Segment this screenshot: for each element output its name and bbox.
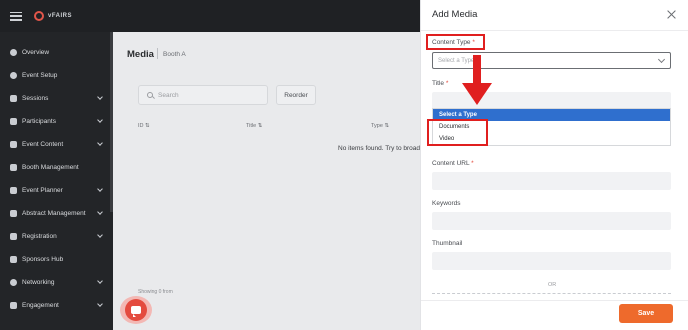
content-url-label-text: Content URL — [432, 160, 470, 167]
gear-icon — [10, 71, 17, 79]
showing-entries-text: Showing 0 from — [138, 289, 173, 295]
content-type-highlight-box — [426, 34, 485, 50]
save-button[interactable]: Save — [619, 304, 673, 323]
main-content: Media Booth A Search Reorder ID ⇅ Title … — [113, 32, 420, 330]
sidebar-item-label: Sponsors Hub — [22, 255, 64, 263]
title-label-text: Title — [432, 80, 445, 87]
panel-header-divider — [421, 30, 688, 31]
search-icon — [147, 92, 153, 98]
sidebar-item-registration[interactable]: Registration — [0, 228, 113, 244]
sidebar-item-label: Sessions — [22, 94, 49, 102]
close-icon[interactable] — [667, 10, 676, 19]
chevron-down-icon — [97, 209, 103, 215]
grid-icon — [10, 94, 17, 102]
chevron-down-icon — [97, 232, 103, 238]
keywords-label: Keywords — [432, 200, 461, 207]
user-add-icon — [10, 232, 17, 240]
chevron-down-icon — [97, 94, 103, 100]
chevron-down-icon — [97, 278, 103, 284]
sidebar-item-label: Event Content — [22, 140, 64, 148]
chevron-down-icon — [97, 140, 103, 146]
empty-state-message: No items found. Try to broad — [338, 145, 421, 152]
chat-bubble-icon — [131, 306, 141, 317]
content-url-label: Content URL * — [432, 160, 474, 167]
page-subtitle: Booth A — [163, 51, 186, 58]
annotation-arrow-icon — [462, 55, 492, 105]
sidebar-item-abstract-management[interactable]: Abstract Management — [0, 205, 113, 221]
thumbnail-upload[interactable] — [432, 252, 671, 270]
thumbnail-label: Thumbnail — [432, 240, 463, 247]
search-placeholder: Search — [158, 91, 179, 99]
sidebar: Overview Event Setup Sessions Participan… — [0, 32, 113, 330]
sidebar-item-engagement[interactable]: Engagement — [0, 297, 113, 313]
users-icon — [10, 117, 17, 125]
sidebar-item-event-setup[interactable]: Event Setup — [0, 67, 113, 83]
column-header-type[interactable]: Type ⇅ — [371, 123, 389, 129]
required-mark: * — [445, 80, 449, 87]
booth-icon — [10, 163, 17, 171]
engagement-icon — [10, 301, 17, 309]
logo-mark-icon — [34, 11, 44, 21]
sidebar-item-participants[interactable]: Participants — [0, 113, 113, 129]
title-label: Title * — [432, 80, 448, 87]
sidebar-item-overview[interactable]: Overview — [0, 44, 113, 60]
sidebar-item-label: Event Planner — [22, 186, 63, 194]
sidebar-item-event-planner[interactable]: Event Planner — [0, 182, 113, 198]
sidebar-item-label: Booth Management — [22, 163, 79, 171]
chevron-down-icon — [657, 55, 666, 64]
chat-launcher-button[interactable] — [120, 296, 152, 324]
sidebar-item-label: Overview — [22, 48, 50, 56]
required-mark: * — [471, 160, 474, 167]
overview-icon — [10, 48, 17, 56]
reorder-button[interactable]: Reorder — [276, 85, 316, 105]
top-bar: vFAIRS — [0, 0, 420, 32]
column-header-title[interactable]: Title ⇅ — [246, 123, 262, 129]
column-header-id[interactable]: ID ⇅ — [138, 123, 150, 129]
sidebar-item-label: Engagement — [22, 301, 59, 309]
sidebar-item-label: Participants — [22, 117, 56, 125]
sidebar-item-networking[interactable]: Networking — [0, 274, 113, 290]
search-input[interactable]: Search — [138, 85, 268, 105]
sidebar-item-label: Registration — [22, 232, 57, 240]
hamburger-menu-icon[interactable] — [10, 11, 22, 21]
panel-title: Add Media — [432, 9, 478, 20]
page-title: Media — [127, 49, 154, 60]
share-icon — [10, 278, 17, 286]
sidebar-item-label: Abstract Management — [22, 209, 86, 217]
chevron-down-icon — [97, 117, 103, 123]
document-icon — [10, 140, 17, 148]
sidebar-item-booth-management[interactable]: Booth Management — [0, 159, 113, 175]
chevron-down-icon — [97, 301, 103, 307]
calendar-icon — [10, 186, 17, 194]
sponsors-icon — [10, 255, 17, 263]
keywords-input[interactable] — [432, 212, 671, 230]
sidebar-item-sessions[interactable]: Sessions — [0, 90, 113, 106]
panel-footer-divider — [421, 300, 688, 301]
title-divider — [157, 48, 158, 59]
sidebar-item-label: Networking — [22, 278, 55, 286]
upload-dropzone-border — [432, 293, 671, 294]
or-divider-text: OR — [548, 282, 557, 288]
sidebar-item-label: Event Setup — [22, 71, 58, 79]
chat-button-inner — [125, 299, 147, 321]
logo-text: vFAIRS — [48, 13, 73, 19]
abstract-icon — [10, 209, 17, 217]
sidebar-item-sponsors-hub[interactable]: Sponsors Hub — [0, 251, 113, 267]
content-url-input[interactable] — [432, 172, 671, 190]
chevron-down-icon — [97, 186, 103, 192]
sidebar-item-event-content[interactable]: Event Content — [0, 136, 113, 152]
options-highlight-box — [427, 119, 488, 146]
app-logo: vFAIRS — [34, 11, 72, 21]
